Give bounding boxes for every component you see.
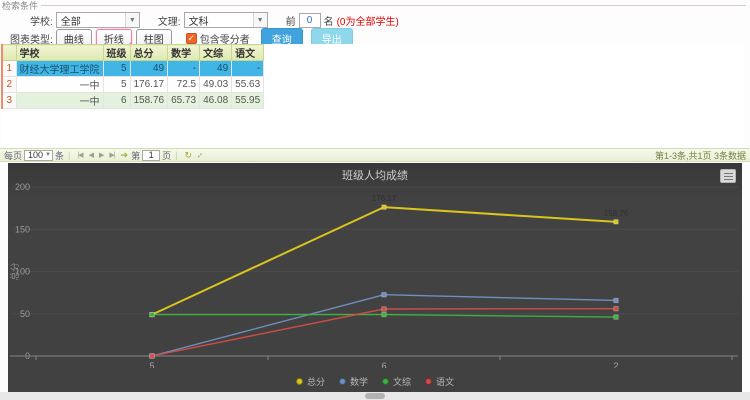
go-icon[interactable]: ➔ (121, 150, 129, 161)
track-select[interactable]: 文科 ▼ (184, 12, 268, 28)
expand-icon[interactable]: ↕ (195, 150, 205, 160)
cell-1-0: 一中 (16, 77, 103, 93)
divider: | (175, 150, 177, 160)
cell-2-5: 55.95 (232, 93, 264, 109)
legend-dot-icon (382, 378, 389, 385)
table-row[interactable]: 3一中6158.7665.7346.0855.95 (2, 93, 264, 109)
legend-label: 总分 (307, 375, 325, 388)
column-header-5[interactable]: 语文 (232, 45, 264, 61)
svg-text:总分: 总分 (9, 262, 20, 280)
divider: | (68, 150, 70, 160)
svg-text:158.76: 158.76 (604, 209, 629, 218)
cell-0-3: - (168, 61, 200, 77)
page-number-input[interactable] (142, 150, 160, 161)
cell-0-0: 财经大学理工学院 (16, 61, 103, 77)
column-header-3[interactable]: 数学 (168, 45, 200, 61)
chevron-down-icon: ▼ (125, 13, 139, 27)
cell-1-2: 176.17 (130, 77, 168, 93)
legend-dot-icon (339, 378, 346, 385)
school-select-value: 全部 (61, 13, 81, 28)
school-select[interactable]: 全部 ▼ (56, 12, 140, 28)
per-page-select[interactable]: 100 ▼ (24, 150, 53, 161)
chart-canvas: 050100150200562总分176.17158.76 (8, 163, 742, 368)
column-header-2[interactable]: 总分 (130, 45, 168, 61)
track-label: 文理: (158, 13, 181, 28)
include-zero-checkbox[interactable]: ✓ (186, 33, 197, 44)
chevron-down-icon: ▼ (45, 152, 51, 158)
per-page-value: 100 (28, 150, 43, 160)
horizontal-scrollbar (0, 392, 750, 400)
cell-0-5: - (232, 61, 264, 77)
cell-0-2: 49 (130, 61, 168, 77)
legend-item-0[interactable]: 总分 (296, 375, 325, 388)
filter-row: 学校: 全部 ▼ 文理: 文科 ▼ 前 名 (0为全部学生) (0, 12, 750, 28)
school-label: 学校: (30, 13, 53, 28)
pager-bar: 每页 100 ▼ 条 | |◀ ◀ ▶ ▶| ➔ 第 页 | ↻ ↕ 第1-3条… (0, 148, 750, 162)
cell-2-4: 46.08 (200, 93, 232, 109)
legend-dot-icon (425, 378, 432, 385)
top-n-suffix: 名 (324, 13, 334, 28)
cell-1-5: 55.63 (232, 77, 264, 93)
goto-suffix: 页 (162, 149, 171, 162)
refresh-icon[interactable]: ↻ (184, 150, 192, 161)
search-panel-title: 检索条件 (2, 0, 38, 12)
goto-label: 第 (131, 149, 140, 162)
cell-1-4: 49.03 (200, 77, 232, 93)
results-grid: 学校班级总分数学文综语文 1财经大学理工学院549-49-2一中5176.177… (1, 44, 744, 148)
next-page-icon[interactable]: ▶ (99, 151, 103, 159)
table-row[interactable]: 1财经大学理工学院549-49- (2, 61, 264, 77)
column-header-4[interactable]: 文综 (200, 45, 232, 61)
prev-page-icon[interactable]: ◀ (89, 151, 93, 159)
row-number: 2 (2, 77, 16, 93)
svg-text:150: 150 (15, 224, 30, 234)
svg-text:5: 5 (149, 361, 154, 368)
pager-info: 第1-3条,共1页 3条数据 (655, 149, 746, 162)
top-n-hint: (0为全部学生) (337, 13, 399, 28)
chart-legend: 总分 数学 文综 语文 (8, 375, 742, 388)
table-row[interactable]: 2一中5176.1772.549.0355.63 (2, 77, 264, 93)
chart-panel: 班级人均成绩 050100150200562总分176.17158.76 总分数… (8, 163, 742, 392)
legend-item-2[interactable]: 文综 (382, 375, 411, 388)
legend-label: 数学 (350, 375, 368, 388)
svg-text:50: 50 (20, 309, 30, 319)
cell-1-1: 5 (103, 77, 130, 93)
svg-text:2: 2 (613, 361, 618, 368)
cell-2-2: 158.76 (130, 93, 168, 109)
legend-item-1[interactable]: 数学 (339, 375, 368, 388)
track-select-value: 文科 (189, 13, 209, 28)
legend-label: 文综 (393, 375, 411, 388)
divider (41, 5, 746, 6)
legend-item-3[interactable]: 语文 (425, 375, 454, 388)
svg-text:6: 6 (381, 361, 386, 368)
row-number: 1 (2, 61, 16, 77)
cell-0-4: 49 (200, 61, 232, 77)
column-header-0[interactable]: 学校 (16, 45, 103, 61)
cell-2-1: 6 (103, 93, 130, 109)
first-page-icon[interactable]: |◀ (77, 151, 82, 159)
page: 检索条件 学校: 全部 ▼ 文理: 文科 ▼ 前 名 (0为全部学生) 图表类型… (0, 0, 750, 400)
legend-label: 语文 (436, 375, 454, 388)
table-header-row: 学校班级总分数学文综语文 (2, 45, 264, 61)
svg-text:200: 200 (15, 182, 30, 192)
search-panel: 检索条件 学校: 全部 ▼ 文理: 文科 ▼ 前 名 (0为全部学生) 图表类型… (0, 0, 750, 42)
row-number-header (2, 45, 16, 61)
row-number: 3 (2, 93, 16, 109)
svg-text:176.17: 176.17 (372, 194, 397, 203)
top-n-label: 前 (286, 13, 296, 28)
search-panel-header: 检索条件 (0, 0, 750, 10)
horizontal-scrollbar-thumb[interactable] (365, 393, 385, 399)
chevron-down-icon: ▼ (253, 13, 267, 27)
cell-1-3: 72.5 (168, 77, 200, 93)
last-page-icon[interactable]: ▶| (109, 151, 114, 159)
results-table: 学校班级总分数学文综语文 1财经大学理工学院549-49-2一中5176.177… (1, 44, 264, 109)
cell-2-3: 65.73 (168, 93, 200, 109)
column-header-1[interactable]: 班级 (103, 45, 130, 61)
per-page-label: 每页 (4, 149, 22, 162)
legend-dot-icon (296, 378, 303, 385)
top-n-input[interactable] (299, 13, 321, 28)
cell-2-0: 一中 (16, 93, 103, 109)
cell-0-1: 5 (103, 61, 130, 77)
per-page-unit: 条 (55, 149, 64, 162)
